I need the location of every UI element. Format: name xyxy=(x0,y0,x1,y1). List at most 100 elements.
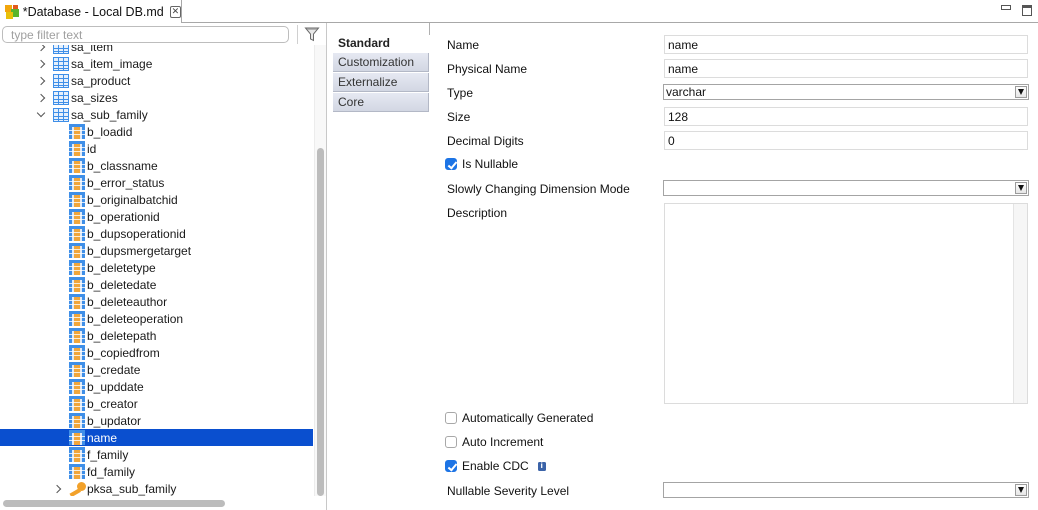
minimize-icon[interactable] xyxy=(1001,5,1011,10)
tree-item-column[interactable]: b_deletepath xyxy=(0,327,313,344)
auto-generated-checkbox[interactable]: Automatically Generated xyxy=(445,411,593,425)
tab-core[interactable]: Core xyxy=(333,93,429,112)
scd-mode-select[interactable] xyxy=(663,180,1029,196)
tree-item-column[interactable]: b_loadid xyxy=(0,123,313,140)
decimal-digits-field[interactable]: 0 xyxy=(664,131,1028,150)
tree-item-column[interactable]: b_credate xyxy=(0,361,313,378)
tree-item-label: b_credate xyxy=(87,362,141,377)
tree-item-label: b_loadid xyxy=(87,124,133,139)
nullable-severity-label: Nullable Severity Level xyxy=(447,484,570,498)
chevron-right-icon[interactable] xyxy=(36,93,46,103)
nullable-severity-select[interactable] xyxy=(663,482,1029,498)
tree-item-label: b_deleteauthor xyxy=(87,294,168,309)
tree-item-table[interactable]: sa_sub_family xyxy=(0,106,313,123)
type-select-value: varchar xyxy=(666,85,707,99)
tree-item-table[interactable]: sa_item_image xyxy=(0,55,313,72)
size-field[interactable]: 128 xyxy=(664,107,1028,126)
checkbox-checked-icon[interactable] xyxy=(445,460,457,472)
tree-item-label: b_deletetype xyxy=(87,260,156,275)
checkbox-checked-icon[interactable] xyxy=(445,158,457,170)
tree-item-label: name xyxy=(87,430,118,445)
tree-item-column[interactable]: b_deletedate xyxy=(0,276,313,293)
scrollbar-thumb[interactable] xyxy=(317,148,324,496)
auto-generated-label: Automatically Generated xyxy=(462,411,594,425)
tree-item-column[interactable]: b_upddate xyxy=(0,378,313,395)
chevron-down-icon[interactable] xyxy=(1015,182,1027,194)
name-label: Name xyxy=(447,38,480,52)
tree-item-column[interactable]: b_deleteauthor xyxy=(0,293,313,310)
physical-name-field[interactable]: name xyxy=(664,59,1028,78)
tree-item-column[interactable]: b_dupsmergetarget xyxy=(0,242,313,259)
chevron-down-icon[interactable] xyxy=(1015,86,1027,98)
chevron-right-icon[interactable] xyxy=(36,45,46,52)
type-label: Type xyxy=(447,86,474,100)
tree-item-label: b_error_status xyxy=(87,175,165,190)
tree-item-column[interactable]: fd_family xyxy=(0,463,313,480)
filter-input[interactable] xyxy=(2,26,289,43)
enable-cdc-label: Enable CDC xyxy=(462,459,529,473)
type-select[interactable]: varchar xyxy=(663,84,1029,100)
column-icon xyxy=(69,260,85,275)
tab-externalize[interactable]: Externalize xyxy=(333,73,429,92)
tree-item-column[interactable]: b_deletetype xyxy=(0,259,313,276)
column-icon xyxy=(69,243,85,258)
close-icon[interactable]: ✕ xyxy=(169,5,181,18)
auto-increment-checkbox[interactable]: Auto Increment xyxy=(445,435,543,449)
description-textarea[interactable] xyxy=(664,203,1028,404)
tree-item-column[interactable]: name xyxy=(0,429,313,446)
checkbox-unchecked-icon[interactable] xyxy=(445,412,457,424)
editor-tab[interactable]: *Database - Local DB.md ✕ xyxy=(0,0,182,23)
scd-mode-label: Slowly Changing Dimension Mode xyxy=(447,182,630,196)
tree-item-label: b_dupsoperationid xyxy=(87,226,186,241)
tree-item-column[interactable]: b_operationid xyxy=(0,208,313,225)
table-icon xyxy=(53,73,69,88)
is-nullable-label: Is Nullable xyxy=(462,157,519,171)
filter-icon[interactable] xyxy=(304,26,320,42)
tree-item-label: b_copiedfrom xyxy=(87,345,160,360)
enable-cdc-checkbox[interactable]: Enable CDC i xyxy=(445,459,546,473)
tree-item-label: sa_product xyxy=(71,73,131,88)
tree-item-column[interactable]: id xyxy=(0,140,313,157)
tree-item-key[interactable]: pksa_sub_family xyxy=(0,480,313,496)
chevron-down-icon[interactable] xyxy=(36,110,46,120)
tree-item-column[interactable]: b_classname xyxy=(0,157,313,174)
tab-customization[interactable]: Customization xyxy=(333,53,429,72)
tree-item-label: b_classname xyxy=(87,158,158,173)
tree-item-column[interactable]: b_deleteoperation xyxy=(0,310,313,327)
is-nullable-checkbox[interactable]: Is Nullable xyxy=(445,157,518,171)
tree-item-label: b_updator xyxy=(87,413,142,428)
info-icon[interactable]: i xyxy=(537,461,546,471)
chevron-down-icon[interactable] xyxy=(1015,484,1027,496)
chevron-right-icon[interactable] xyxy=(52,484,62,494)
tree-item-column[interactable]: b_updator xyxy=(0,412,313,429)
editor-tab-title: *Database - Local DB.md xyxy=(22,4,164,19)
maximize-icon[interactable] xyxy=(1022,5,1032,16)
chevron-right-icon[interactable] xyxy=(36,59,46,69)
tree-item-label: sa_item_image xyxy=(71,56,153,71)
checkbox-unchecked-icon[interactable] xyxy=(445,436,457,448)
tree-item-column[interactable]: b_creator xyxy=(0,395,313,412)
tree-item-column[interactable]: b_dupsoperationid xyxy=(0,225,313,242)
tree-horizontal-scrollbar[interactable] xyxy=(0,496,313,510)
tree-item-column[interactable]: b_copiedfrom xyxy=(0,344,313,361)
tree-item-label: b_originalbatchid xyxy=(87,192,178,207)
column-icon xyxy=(69,362,85,377)
name-field[interactable]: name xyxy=(664,35,1028,54)
tab-standard[interactable]: Standard xyxy=(333,33,429,52)
column-icon xyxy=(69,430,85,445)
tree-item-column[interactable]: f_family xyxy=(0,446,313,463)
tree-item-table[interactable]: sa_item xyxy=(0,45,313,55)
tree-item-label: f_family xyxy=(87,447,129,462)
tree-item-column[interactable]: b_error_status xyxy=(0,174,313,191)
tree-item-label: b_deletedate xyxy=(87,277,157,292)
tree-item-table[interactable]: sa_product xyxy=(0,72,313,89)
description-scrollbar[interactable] xyxy=(1013,204,1027,403)
tree-item-label: id xyxy=(87,141,97,156)
table-icon xyxy=(53,45,69,54)
tree-item-column[interactable]: b_originalbatchid xyxy=(0,191,313,208)
chevron-right-icon[interactable] xyxy=(36,76,46,86)
editor-tab-bar: *Database - Local DB.md ✕ xyxy=(0,0,1038,23)
tree-item-table[interactable]: sa_sizes xyxy=(0,89,313,106)
scrollbar-thumb[interactable] xyxy=(3,500,225,507)
tree-vertical-scrollbar[interactable] xyxy=(314,45,326,496)
